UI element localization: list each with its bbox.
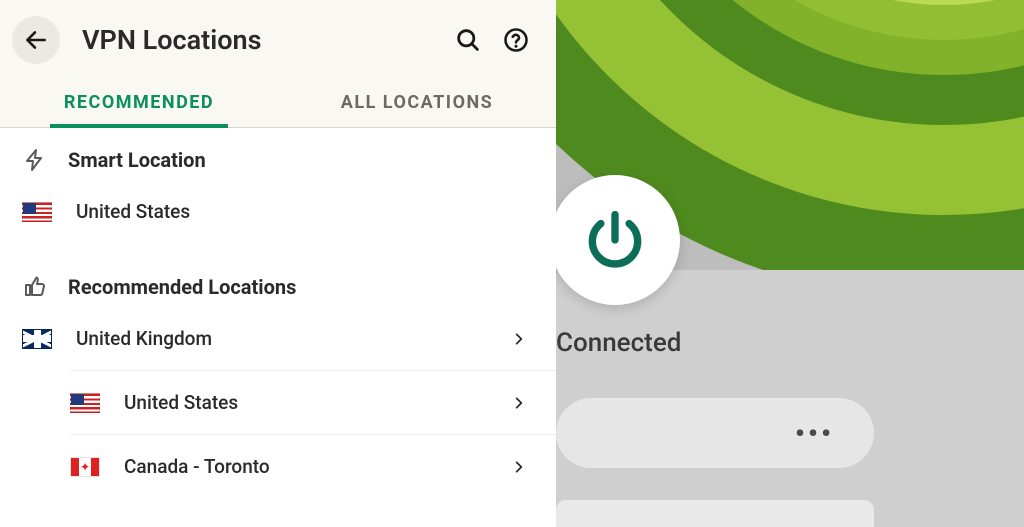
location-label: United States	[76, 200, 526, 223]
back-button[interactable]	[12, 16, 60, 64]
flag-uk-icon	[22, 329, 52, 349]
search-button[interactable]	[448, 20, 488, 60]
location-item-ca[interactable]: ✦ Canada - Toronto	[70, 434, 556, 498]
panel-title: VPN Locations	[82, 24, 440, 56]
thumbs-up-icon	[23, 275, 47, 299]
location-label: United Kingdom	[76, 327, 488, 350]
location-item-uk[interactable]: United Kingdom	[0, 307, 556, 370]
arrow-left-icon	[23, 27, 49, 53]
locations-panel: VPN Locations RECOMMENDED ALL LOCATIONS	[0, 0, 556, 527]
location-item-us[interactable]: United States	[70, 370, 556, 434]
bottom-sheet	[556, 500, 874, 527]
locations-list: Smart Location United States Recommended…	[0, 128, 556, 527]
panel-header: VPN Locations	[0, 0, 556, 76]
section-title: Recommended Locations	[68, 275, 296, 299]
power-button[interactable]	[550, 175, 680, 305]
chevron-right-icon	[512, 392, 526, 414]
power-icon	[581, 206, 649, 274]
search-icon	[454, 26, 482, 54]
tabs: RECOMMENDED ALL LOCATIONS	[0, 76, 556, 128]
section-smart-location: Smart Location	[0, 128, 556, 180]
help-button[interactable]	[496, 20, 536, 60]
flag-ca-icon: ✦	[70, 457, 100, 477]
tab-all-locations[interactable]: ALL LOCATIONS	[278, 76, 556, 127]
chevron-right-icon	[512, 456, 526, 478]
help-icon	[502, 26, 530, 54]
section-title: Smart Location	[68, 148, 206, 172]
location-label: Canada - Toronto	[124, 455, 488, 478]
section-recommended: Recommended Locations	[0, 243, 556, 307]
connection-status: Connected	[556, 328, 681, 358]
smart-location-item[interactable]: United States	[0, 180, 556, 243]
more-icon[interactable]: •••	[795, 417, 834, 450]
location-label: United States	[124, 391, 488, 414]
flag-us-icon	[70, 393, 100, 413]
tab-recommended[interactable]: RECOMMENDED	[0, 76, 278, 127]
flag-us-icon	[22, 202, 52, 222]
chevron-right-icon	[512, 328, 526, 350]
location-pill[interactable]: •••	[556, 398, 874, 468]
bolt-icon	[23, 148, 47, 172]
